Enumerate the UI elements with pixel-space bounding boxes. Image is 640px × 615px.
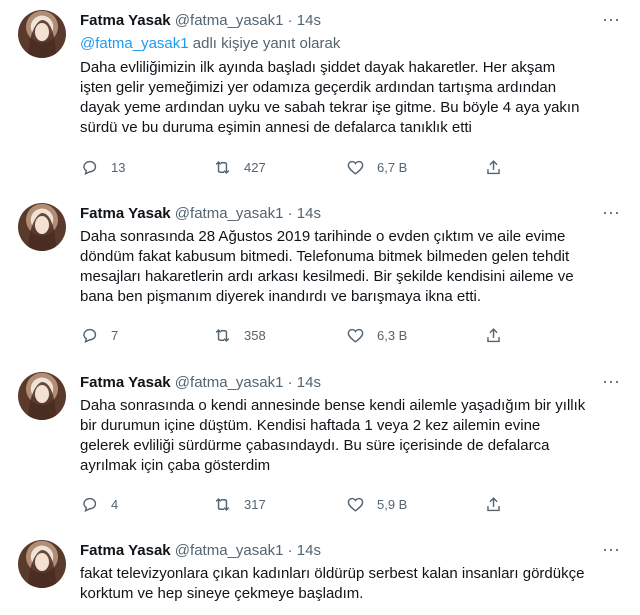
retweet-icon (215, 160, 230, 174)
timestamp[interactable]: 14s (297, 542, 321, 559)
tweet-text-line: gelerek evliliği sürdürme çabasındaydı. … (80, 437, 550, 454)
heart-icon (347, 497, 364, 512)
tweet-text: Daha sonrasında o kendi annesinde bense … (80, 396, 620, 476)
timestamp[interactable]: 14s (297, 12, 321, 29)
reply-count: 7 (111, 327, 119, 343)
reply-icon (83, 328, 97, 343)
like-count: 5,9 B (377, 496, 408, 512)
tweet-text-line: bir durumun içine düştüm. Kendisi haftad… (80, 417, 541, 434)
avatar[interactable] (18, 540, 66, 588)
retweet-button[interactable]: 358 (213, 323, 266, 347)
like-count: 6,3 B (377, 327, 408, 343)
tweet[interactable]: Fatma Yasak @fatma_yasak1 · 14s ··· Daha… (0, 372, 640, 522)
reply-count: 4 (111, 496, 119, 512)
separator-dot: · (287, 542, 293, 559)
reply-mention-link[interactable]: @fatma_yasak1 (80, 35, 189, 52)
display-name[interactable]: Fatma Yasak (80, 374, 171, 391)
reply-context-label: adlı kişiye yanıt olarak (188, 35, 341, 52)
user-handle[interactable]: @fatma_yasak1 (175, 12, 284, 29)
tweet-text: fakat televizyonlara çıkan kadınları öld… (80, 564, 620, 604)
retweet-count: 358 (244, 327, 266, 343)
more-options-icon[interactable]: ··· (600, 203, 622, 225)
reply-count: 13 (111, 159, 126, 175)
share-icon (487, 496, 500, 511)
display-name[interactable]: Fatma Yasak (80, 205, 171, 222)
tweet-text-line: Daha sonrasında 28 Ağustos 2019 tarihind… (80, 228, 566, 245)
heart-icon (347, 160, 364, 175)
tweet-header: Fatma Yasak @fatma_yasak1 · 14s (80, 203, 321, 225)
tweet-text-line: bana ben pişmanım diyerek inandırdı ve b… (80, 288, 482, 305)
retweet-button[interactable]: 427 (213, 155, 266, 179)
tweet-actions: 4 317 5,9 B (80, 492, 620, 516)
share-button[interactable] (484, 492, 503, 516)
share-button[interactable] (484, 323, 503, 347)
user-handle[interactable]: @fatma_yasak1 (175, 542, 284, 559)
tweet-text-line: Daha sonrasında o kendi annesinde bense … (80, 397, 586, 414)
tweet-text-line: mesajları hakaretlerin ardı arkası kesil… (80, 268, 574, 285)
tweet-text-line: Daha evliliğimizin ilk ayında başladı şi… (80, 59, 556, 76)
avatar[interactable] (18, 203, 66, 251)
retweet-count: 427 (244, 159, 266, 175)
tweet[interactable]: Fatma Yasak @fatma_yasak1 · 14s ··· @fat… (0, 10, 640, 185)
separator-dot: · (287, 205, 293, 222)
tweet-text-line: ayrılmak için çaba gösterdim (80, 457, 271, 474)
timestamp[interactable]: 14s (297, 205, 321, 222)
separator-dot: · (287, 12, 293, 29)
share-icon (487, 159, 500, 174)
tweet-header: Fatma Yasak @fatma_yasak1 · 14s (80, 540, 321, 562)
reply-button[interactable]: 7 (80, 323, 118, 347)
more-options-icon[interactable]: ··· (600, 540, 622, 562)
reply-button[interactable]: 13 (80, 155, 125, 179)
share-button[interactable] (484, 155, 503, 179)
reply-icon (83, 497, 97, 512)
tweet-actions: 7 358 6,3 B (80, 323, 620, 347)
display-name[interactable]: Fatma Yasak (80, 542, 171, 559)
avatar[interactable] (18, 10, 66, 58)
more-options-icon[interactable]: ··· (600, 10, 622, 32)
tweet-text-line: sürdü ve bu duruma eşimin annesi de defa… (80, 119, 472, 136)
tweet-header: Fatma Yasak @fatma_yasak1 · 14s (80, 372, 321, 394)
reply-context: @fatma_yasak1 adlı kişiye yanıt olarak (80, 35, 340, 52)
heart-icon (347, 328, 364, 343)
tweet[interactable]: Fatma Yasak @fatma_yasak1 · 14s ··· faka… (0, 540, 640, 615)
tweet-actions: 13 427 6,7 B (80, 155, 620, 179)
retweet-count: 317 (244, 496, 266, 512)
display-name[interactable]: Fatma Yasak (80, 12, 171, 29)
tweet-text-line: döndüm fakat kabusum bitmedi. Telefonuma… (80, 248, 570, 265)
like-button[interactable]: 6,7 B (346, 155, 407, 179)
reply-icon (83, 160, 97, 175)
tweet-text-line: dayak yeme ardından uyku ve sabah tekrar… (80, 99, 580, 116)
separator-dot: · (287, 374, 293, 391)
tweet-text-line: işten gelir yemeğimizi yer odamıza geçer… (80, 79, 557, 96)
avatar[interactable] (18, 372, 66, 420)
user-handle[interactable]: @fatma_yasak1 (175, 374, 284, 391)
tweet-text: Daha sonrasında 28 Ağustos 2019 tarihind… (80, 227, 620, 307)
retweet-icon (215, 328, 230, 342)
share-icon (487, 327, 500, 342)
more-options-icon[interactable]: ··· (600, 372, 622, 394)
tweet-text-line: korktum ve hep sineye çekmeye başladım. (80, 585, 364, 602)
tweet[interactable]: Fatma Yasak @fatma_yasak1 · 14s ··· Daha… (0, 203, 640, 353)
timestamp[interactable]: 14s (297, 374, 321, 391)
tweet-text-line: fakat televizyonlara çıkan kadınları öld… (80, 565, 585, 582)
user-handle[interactable]: @fatma_yasak1 (175, 205, 284, 222)
retweet-button[interactable]: 317 (213, 492, 266, 516)
tweet-text: Daha evliliğimizin ilk ayında başladı şi… (80, 58, 620, 138)
retweet-icon (215, 497, 230, 511)
like-count: 6,7 B (377, 159, 408, 175)
tweet-header: Fatma Yasak @fatma_yasak1 · 14s (80, 10, 321, 32)
like-button[interactable]: 5,9 B (346, 492, 407, 516)
reply-button[interactable]: 4 (80, 492, 118, 516)
like-button[interactable]: 6,3 B (346, 323, 407, 347)
